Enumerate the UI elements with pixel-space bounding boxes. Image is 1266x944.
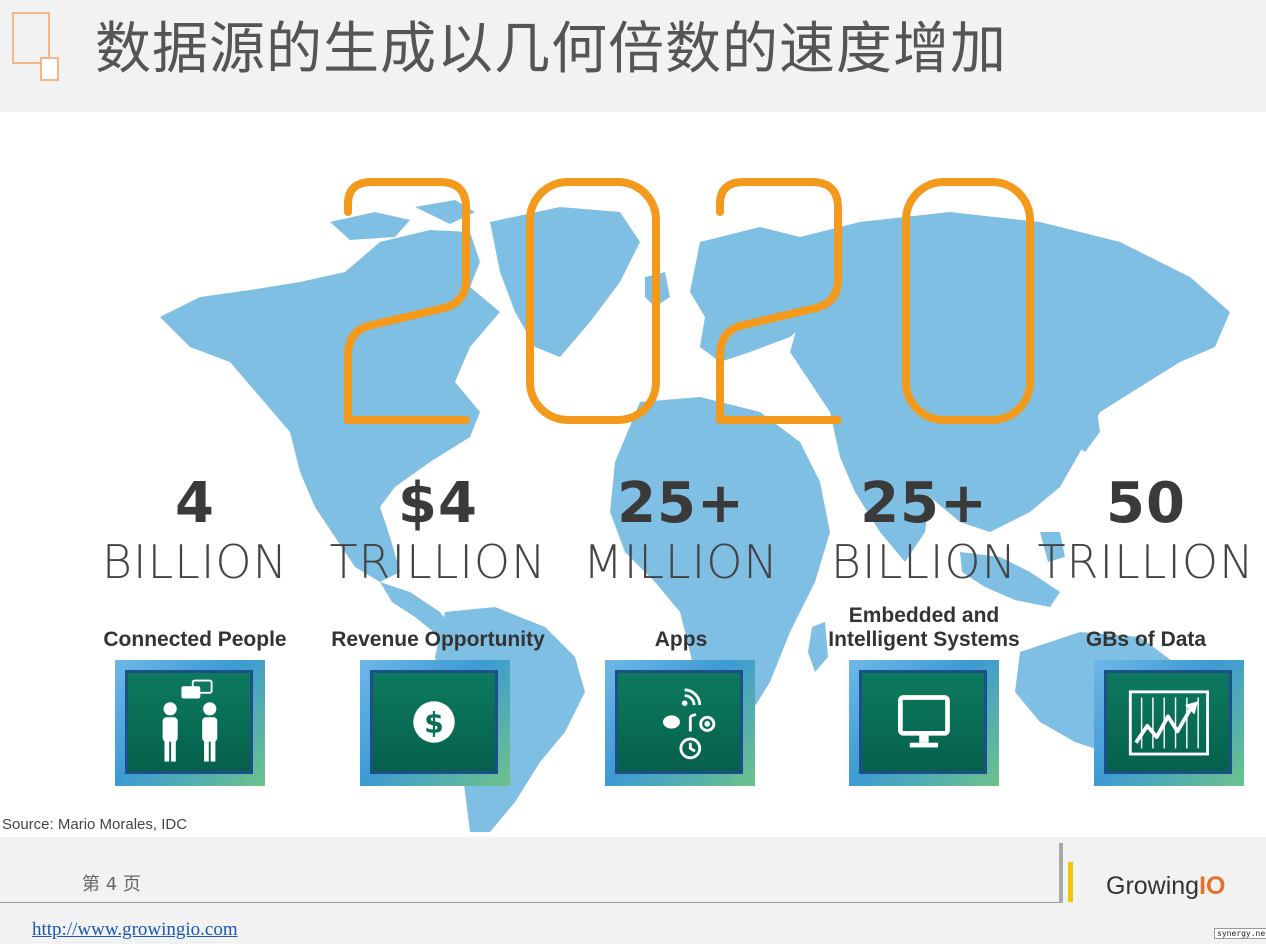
stat-unit: TRILLION	[1037, 535, 1255, 589]
stat-caption: Apps	[654, 628, 708, 651]
page-number: 第 4 页	[82, 874, 141, 895]
page-title: 数据源的生成以几何倍数的速度增加	[95, 17, 1007, 82]
infographic: 2020 4 BILLION Connected People $4 TRILL…	[0, 112, 1266, 837]
brand-main: Growing	[1106, 872, 1200, 900]
stat-unit: TRILLION	[329, 535, 547, 589]
title-bar: 数据源的生成以几何倍数的速度增加	[0, 0, 1266, 112]
footer-divider	[0, 902, 1060, 903]
stat-gbs-of-data: 50 TRILLION GBs of Data	[1026, 474, 1266, 652]
stat-number: 25+	[617, 471, 745, 536]
brand-accent: IO	[1199, 872, 1226, 900]
website-link[interactable]: http://www.growingio.com	[32, 919, 238, 941]
footer-yellow-bar	[1068, 862, 1073, 902]
stat-number: $4	[398, 471, 478, 536]
source-note: Source: Mario Morales, IDC	[2, 816, 188, 833]
stat-caption: GBs of Data	[1085, 628, 1207, 651]
stat-apps: 25+ MILLION Apps	[561, 474, 801, 652]
stat-caption: Embedded and Intelligent Systems	[828, 604, 1020, 651]
stat-revenue-opportunity: $4 TRILLION Revenue Opportunity	[318, 474, 558, 652]
stat-unit: BILLION	[101, 535, 289, 589]
dollar-coin-icon: $	[360, 660, 510, 786]
footer-gray-bar	[1059, 843, 1063, 903]
people-chat-icon	[115, 660, 265, 786]
title-decoration-icon	[12, 12, 59, 81]
stat-embedded-systems: 25+ BILLION Embedded and Intelligent Sys…	[804, 474, 1044, 652]
stat-unit: BILLION	[830, 535, 1018, 589]
stat-caption: Revenue Opportunity	[331, 628, 545, 651]
trend-chart-icon	[1094, 660, 1244, 786]
apps-cluster-icon	[605, 660, 755, 786]
brand-logo: GrowingIO	[1106, 872, 1226, 901]
stat-connected-people: 4 BILLION Connected People	[75, 474, 315, 652]
svg-text:$: $	[424, 706, 444, 739]
stat-number: 50	[1106, 471, 1186, 536]
year-label: 2020	[0, 112, 41, 116]
watermark: synergy.net	[1214, 928, 1266, 939]
stat-unit: MILLION	[583, 535, 779, 589]
stat-number: 4	[175, 471, 215, 536]
stat-caption: Connected People	[103, 628, 287, 651]
stat-number: 25+	[860, 471, 988, 536]
monitor-icon	[849, 660, 999, 786]
